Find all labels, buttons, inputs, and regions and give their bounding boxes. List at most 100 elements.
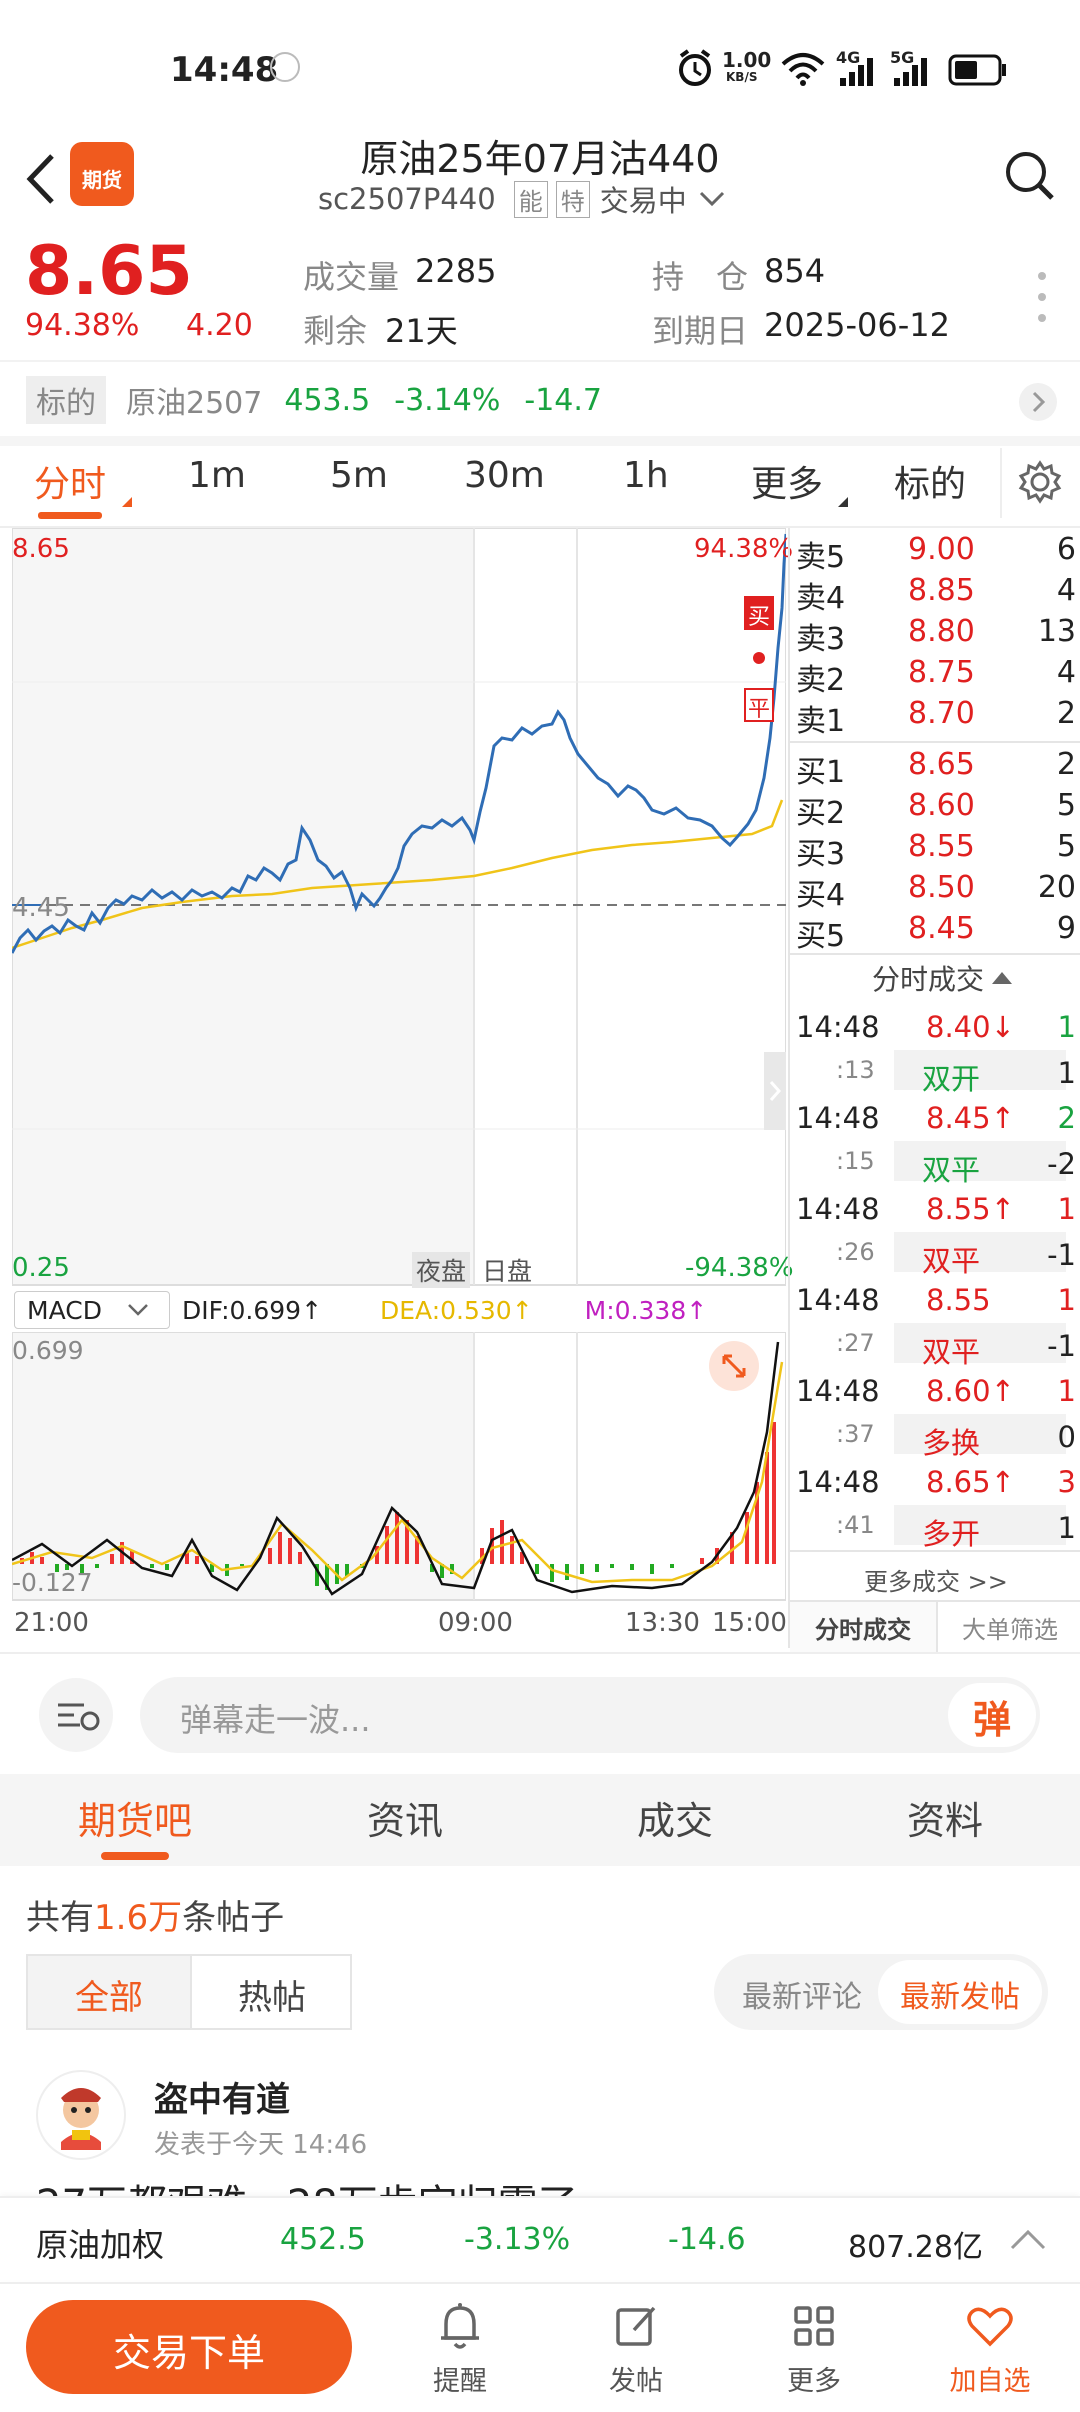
header: 期货 原油25年07月沽440 sc2507P440 能 特 交易中 [0, 120, 1080, 232]
tab-30m[interactable]: 30m [464, 455, 545, 496]
trading-status: 交易中 [599, 184, 687, 218]
net-speed-unit: KB/S [726, 70, 758, 84]
order-book-panel: 卖5 9.00 6 卖4 8.85 4 卖3 8.80 13 卖2 8.75 4 卖1 8.70 2… [788, 528, 1080, 1652]
trade-dot [753, 652, 765, 664]
volume-label: 成交量 [303, 258, 400, 296]
bid-row: 买3 8.55 5 [796, 829, 1076, 872]
more-trades-link[interactable]: 更多成交 >> [864, 1562, 1008, 1597]
tab-1m[interactable]: 1m [188, 455, 246, 496]
divider [0, 1652, 1080, 1654]
tab-5m[interactable]: 5m [330, 455, 388, 496]
ticker-price: 452.5 [280, 2222, 366, 2257]
heart-icon [967, 2307, 1013, 2347]
badge-special: 特 [555, 180, 590, 218]
chart-low-pct: -94.38% [685, 1253, 794, 1283]
post-username[interactable]: 盗中有道 [154, 2072, 290, 2121]
contract-subtitle[interactable]: sc2507P440 能 特 交易中 [318, 178, 727, 220]
signal-icon-2 [894, 58, 927, 86]
price-chart[interactable] [12, 528, 786, 1288]
active-tab-underline [101, 1852, 169, 1860]
ticker-bar[interactable]: 原油加权 452.5 -3.13% -14.6 807.28亿 [0, 2196, 1080, 2280]
expiry-value: 2025-06-12 [764, 306, 950, 344]
clock-icon [270, 52, 300, 82]
nav-post[interactable]: 发帖 [576, 2300, 696, 2398]
chevron-right-icon [769, 1081, 782, 1101]
ticker-pct: -3.13% [464, 2222, 571, 2257]
tab-more[interactable]: 更多 [751, 455, 823, 507]
search-icon[interactable] [1002, 148, 1058, 204]
underlying-pct: -3.14% [394, 382, 501, 418]
open-interest-label: 持 仓 [652, 258, 749, 296]
tab-futures-forum[interactable]: 期货吧 [0, 1790, 270, 1845]
tab-large-orders[interactable]: 大单筛选 [936, 1602, 1080, 1652]
trades-header[interactable]: 分时成交 [872, 958, 1013, 998]
change-value: 4.20 [186, 308, 253, 343]
tab-1h[interactable]: 1h [623, 455, 669, 496]
status-bar: 14:48 1.00 KB/S 4G 5G [0, 0, 1080, 120]
tab-timeshare[interactable]: 分时 [34, 455, 106, 507]
alarm-icon [679, 49, 711, 86]
nav-more[interactable]: 更多 [754, 2300, 874, 2398]
remain-label: 剩余 [303, 312, 368, 350]
buy-marker: 买 [744, 596, 774, 630]
tab-info[interactable]: 资料 [810, 1790, 1080, 1845]
expand-icon[interactable] [708, 1340, 760, 1392]
ticker-change: -14.6 [668, 2222, 746, 2257]
tab-corner-indicator [122, 497, 132, 507]
macd-dif: DIF:0.699↑ [182, 1295, 323, 1325]
sort-latest-post[interactable]: 最新发帖 [878, 1960, 1042, 2024]
contract-code: sc2507P440 [318, 182, 496, 216]
bid-row: 买5 8.45 9 [796, 911, 1076, 954]
filter-all[interactable]: 全部 [28, 1956, 190, 2028]
wifi-icon [781, 53, 825, 86]
collapse-handle[interactable] [764, 1052, 786, 1130]
tab-underlying[interactable]: 标的 [894, 455, 966, 507]
chart-high-pct: 94.38% [694, 534, 794, 564]
danmu-send-button[interactable]: 弹 [948, 1683, 1036, 1747]
time-axis-morning: 09:00 [438, 1608, 513, 1638]
macd-chart[interactable] [12, 1332, 786, 1602]
tab-news[interactable]: 资讯 [270, 1790, 540, 1845]
user-avatar[interactable] [36, 2070, 126, 2160]
post-preview-text[interactable]: 27万都艰难，28万肯定归零了 [36, 2172, 578, 2196]
chevron-right-icon [1019, 383, 1057, 421]
edit-icon [616, 2306, 656, 2346]
danmu-placeholder: 弹幕走一波... [180, 1701, 371, 1739]
trade-order-button[interactable]: 交易下单 [26, 2300, 352, 2394]
bid-row: 买2 8.60 5 [796, 788, 1076, 831]
bell-icon [441, 2303, 479, 2349]
filter-hot[interactable]: 热帖 [190, 1956, 352, 2028]
sort-latest-comment[interactable]: 最新评论 [742, 1972, 862, 2016]
macd-bottom-value: -0.127 [12, 1568, 93, 1597]
ask-row: 卖3 8.80 13 [796, 614, 1076, 657]
time-axis-end: 15:00 [712, 1608, 787, 1638]
change-pct: 94.38% [25, 308, 140, 343]
nav-alert[interactable]: 提醒 [400, 2300, 520, 2398]
active-tab-underline [38, 512, 102, 519]
volume-value: 2285 [415, 252, 497, 290]
danmu-settings-icon[interactable] [38, 1677, 114, 1753]
danmu-input[interactable]: 弹幕走一波... 弹 [140, 1677, 1040, 1753]
ticker-name: 原油加权 [36, 2226, 165, 2264]
chevron-down-icon [699, 191, 724, 207]
divider [790, 1550, 1080, 1552]
divider [790, 953, 1080, 955]
more-vertical-icon[interactable] [1036, 270, 1048, 324]
expiry-label: 到期日 [652, 312, 749, 350]
underlying-row[interactable]: 标的 原油2507 453.5 -3.14% -14.7 [0, 370, 1080, 430]
last-price: 8.65 [25, 232, 193, 311]
chart-mid-price: 4.45 [12, 893, 70, 923]
tab-trades[interactable]: 成交 [540, 1790, 810, 1845]
settings-gear-icon[interactable] [1018, 460, 1062, 504]
post-timestamp: 发表于今天 14:46 [154, 2130, 368, 2160]
remain-value: 21天 [385, 312, 458, 350]
section-gap [0, 436, 1080, 446]
net-speed: 1.00 [722, 48, 772, 72]
underlying-name: 原油2507 [126, 386, 263, 421]
nav-add-watchlist[interactable]: 加自选 [930, 2300, 1050, 2398]
macd-select[interactable]: MACD [14, 1291, 170, 1329]
bid-row: 买1 8.65 2 [796, 747, 1076, 790]
tab-more-indicator [838, 497, 848, 507]
macd-m: M:0.338↑ [584, 1295, 708, 1325]
tab-time-trades[interactable]: 分时成交 [790, 1602, 936, 1652]
